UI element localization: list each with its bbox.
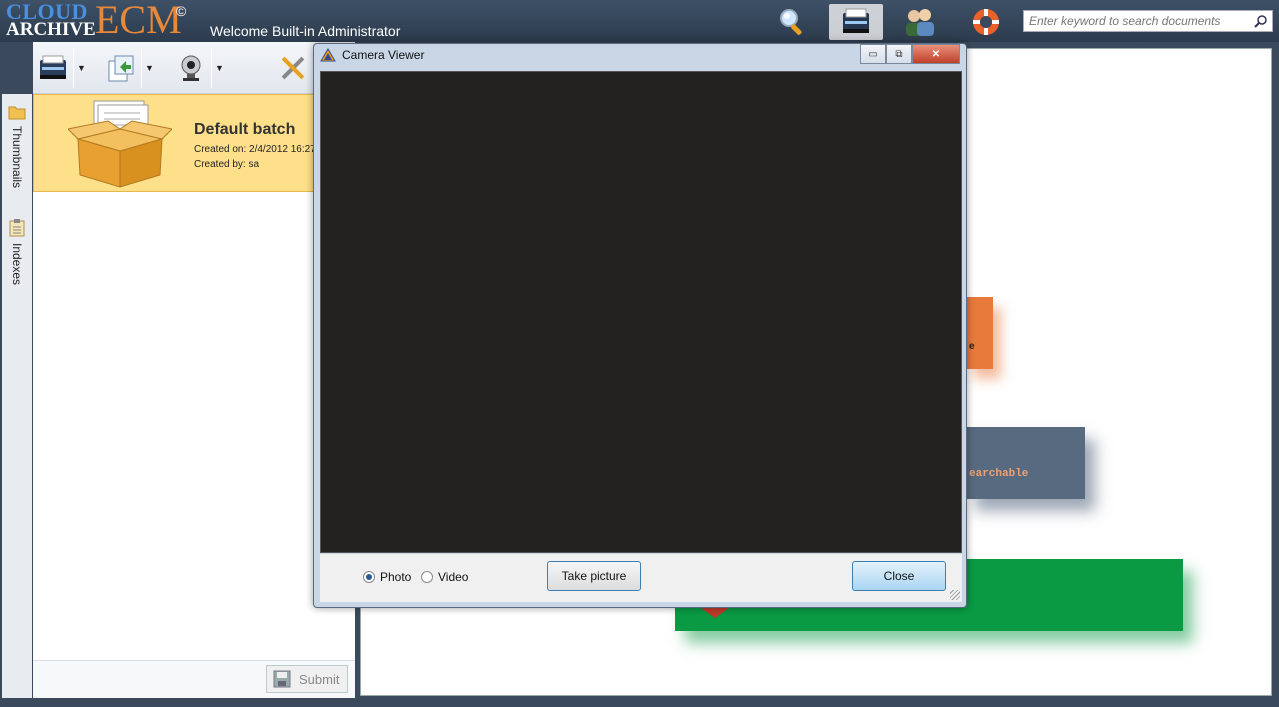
video-radio-dot[interactable] xyxy=(421,571,433,583)
batch-panel: ▼ ▼ ▼ Default batch Created on: 2/4/2012… xyxy=(33,42,355,698)
import-icon xyxy=(108,55,134,82)
side-rail: Thumbnails Indexes xyxy=(2,94,32,698)
help-lifebuoy-icon xyxy=(973,9,999,35)
close-icon: ✕ xyxy=(931,48,941,60)
batch-toolbar: ▼ ▼ ▼ xyxy=(33,42,355,94)
camera-preview xyxy=(320,71,962,553)
dialog-title: Camera Viewer xyxy=(342,48,425,62)
photo-radio[interactable]: Photo xyxy=(363,570,411,584)
video-radio[interactable]: Video xyxy=(421,570,468,584)
scan-module-button[interactable] xyxy=(829,4,883,40)
red-arrow-shape xyxy=(701,608,729,618)
tab-indexes[interactable]: Indexes xyxy=(2,219,32,285)
user-management-button[interactable] xyxy=(893,4,947,40)
batch-box-icon xyxy=(68,100,172,188)
minimize-icon: ▭ xyxy=(868,48,878,60)
chevron-down-icon[interactable]: ▼ xyxy=(211,48,227,88)
batch-created-by: Created by: sa xyxy=(194,159,260,170)
gray-card-text: earchable xyxy=(969,468,1029,480)
logo-archive-text: ARCHIVE xyxy=(6,19,96,40)
webcam-tool-button[interactable]: ▼ xyxy=(171,47,227,89)
app-logo: CLOUD ARCHIVE ECM © xyxy=(6,0,196,42)
minimize-button[interactable]: ▭ xyxy=(860,44,886,64)
maximize-icon: ⧉ xyxy=(895,48,903,60)
resize-grip[interactable] xyxy=(950,590,960,600)
batch-item[interactable]: Default batch Created on: 2/4/2012 16:27… xyxy=(33,94,333,192)
welcome-text: Welcome Built-in Administrator xyxy=(210,23,401,39)
scan-tool-button[interactable]: ▼ xyxy=(33,47,89,89)
photo-radio-label: Photo xyxy=(380,570,412,584)
help-button[interactable] xyxy=(959,4,1013,40)
folder-icon xyxy=(8,106,26,120)
take-picture-button[interactable]: Take picture xyxy=(547,561,641,591)
photo-radio-dot[interactable] xyxy=(363,571,375,583)
dialog-title-bar: Camera Viewer xyxy=(320,48,424,62)
close-button[interactable]: Close xyxy=(852,561,946,591)
batch-created-on: Created on: 2/4/2012 16:27 xyxy=(194,144,316,155)
search-box xyxy=(1023,10,1273,32)
scanner-icon xyxy=(843,8,869,33)
clipboard-icon xyxy=(9,219,25,237)
batch-panel-footer: Submit xyxy=(33,660,355,698)
gray-card: earchable xyxy=(965,427,1085,499)
logo-ecm-text: ECM xyxy=(95,0,182,42)
orange-card: e xyxy=(965,297,993,369)
import-tool-button[interactable]: ▼ xyxy=(101,47,157,89)
submit-label: Submit xyxy=(299,671,340,687)
search-documents-button[interactable] xyxy=(765,4,819,40)
camera-viewer-dialog: Camera Viewer ▭ ⧉ ✕ Photo Video Take pic… xyxy=(313,43,967,608)
tools-icon xyxy=(281,56,305,80)
search-icon[interactable] xyxy=(1254,14,1268,28)
orange-card-text: e xyxy=(969,341,975,352)
tab-indexes-label: Indexes xyxy=(10,243,24,286)
maximize-button[interactable]: ⧉ xyxy=(886,44,912,64)
save-icon xyxy=(273,670,291,688)
scanner-icon xyxy=(40,55,66,79)
settings-tool-button[interactable] xyxy=(273,47,313,89)
users-icon xyxy=(906,9,934,36)
chevron-down-icon[interactable]: ▼ xyxy=(141,48,157,88)
submit-button[interactable]: Submit xyxy=(266,665,348,693)
tab-thumbnails-label: Thumbnails xyxy=(10,126,24,189)
title-bar: CLOUD ARCHIVE ECM © Welcome Built-in Adm… xyxy=(0,0,1279,42)
video-radio-label: Video xyxy=(438,570,469,584)
chevron-down-icon[interactable]: ▼ xyxy=(73,48,89,88)
app-triangle-icon xyxy=(320,48,336,62)
close-window-button[interactable]: ✕ xyxy=(912,44,960,64)
tab-thumbnails[interactable]: Thumbnails xyxy=(2,104,32,188)
dialog-footer: Photo Video Take picture Close xyxy=(320,554,962,602)
search-input[interactable] xyxy=(1024,11,1244,31)
search-icon xyxy=(780,9,802,35)
batch-name: Default batch xyxy=(194,121,296,138)
webcam-icon xyxy=(181,55,201,81)
logo-copyright: © xyxy=(176,3,187,19)
